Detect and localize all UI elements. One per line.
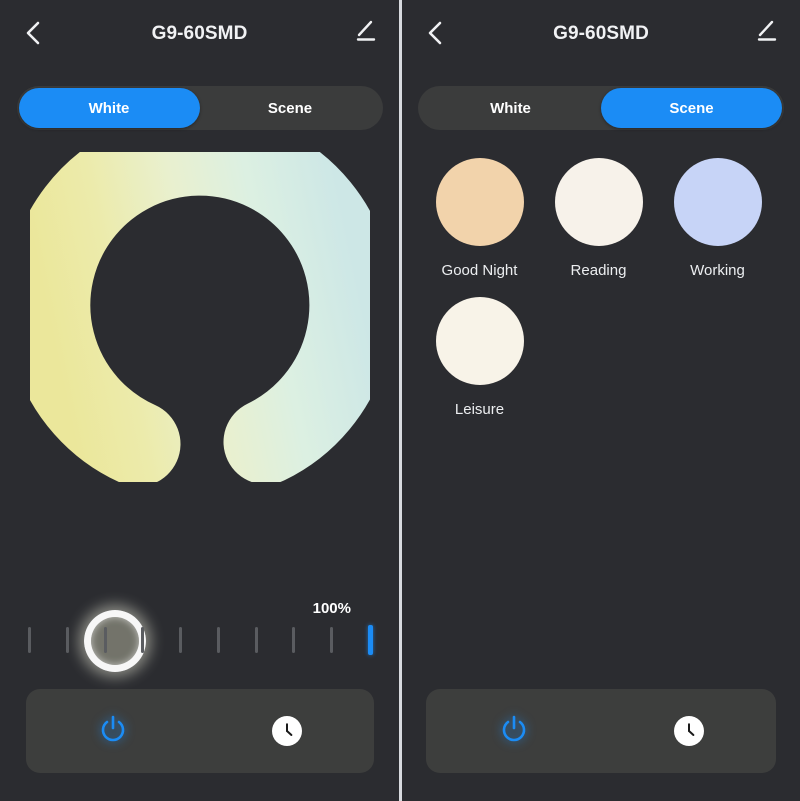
- brightness-tick[interactable]: [179, 627, 183, 653]
- pencil-edit-icon: [353, 18, 379, 49]
- power-icon: [498, 713, 530, 750]
- scene-label: Working: [690, 262, 745, 279]
- power-button[interactable]: [426, 689, 601, 773]
- tab-white[interactable]: White: [18, 88, 200, 128]
- brightness-tick[interactable]: [216, 627, 220, 653]
- scene-item-good-night[interactable]: Good Night: [420, 158, 539, 279]
- color-temperature-arc[interactable]: [30, 152, 370, 482]
- scene-item-working[interactable]: Working: [658, 158, 777, 279]
- timer-button[interactable]: [200, 689, 374, 773]
- scene-label: Good Night: [441, 262, 518, 279]
- dual-screenshot-container: G9-60SMD White Scene 100% G9-60SMD White…: [0, 0, 800, 801]
- right-screen-scene-mode: G9-60SMD White Scene Good Night Reading …: [402, 0, 800, 801]
- brightness-tick[interactable]: [292, 627, 296, 653]
- tab-white[interactable]: White: [420, 88, 601, 128]
- timer-clock-icon: [272, 716, 302, 746]
- scene-color-swatch[interactable]: [554, 158, 643, 246]
- brightness-tick-active[interactable]: [367, 625, 373, 655]
- brightness-value-label: 100%: [312, 600, 351, 617]
- brightness-tick[interactable]: [65, 627, 69, 653]
- scene-item-leisure[interactable]: Leisure: [420, 297, 539, 418]
- left-bottom-action-bar: [26, 689, 374, 773]
- scene-label: Reading: [570, 262, 627, 279]
- tab-scene[interactable]: Scene: [200, 88, 381, 128]
- back-button[interactable]: [418, 16, 452, 50]
- brightness-ticks[interactable]: [28, 624, 373, 656]
- power-button[interactable]: [26, 689, 200, 773]
- scene-color-swatch[interactable]: [435, 297, 524, 385]
- edit-button[interactable]: [750, 16, 784, 50]
- brightness-tick[interactable]: [254, 627, 258, 653]
- scene-color-swatch[interactable]: [435, 158, 524, 246]
- scene-item-reading[interactable]: Reading: [539, 158, 658, 279]
- back-button[interactable]: [16, 16, 50, 50]
- chevron-left-icon: [425, 19, 445, 47]
- scene-grid: Good Night Reading Working Leisure: [402, 158, 800, 436]
- tab-scene[interactable]: Scene: [601, 88, 782, 128]
- left-header: G9-60SMD: [0, 0, 399, 66]
- mode-segmented-control[interactable]: White Scene: [418, 86, 784, 130]
- page-title: G9-60SMD: [553, 23, 649, 44]
- brightness-tick[interactable]: [28, 627, 31, 653]
- timer-clock-icon: [673, 716, 704, 746]
- edit-button[interactable]: [349, 16, 383, 50]
- brightness-slider[interactable]: 100%: [28, 600, 373, 662]
- color-temperature-ring[interactable]: [0, 152, 399, 672]
- brightness-tick[interactable]: [330, 627, 334, 653]
- pencil-edit-icon: [754, 18, 780, 49]
- brightness-tick[interactable]: [141, 627, 145, 653]
- left-screen-white-mode: G9-60SMD White Scene 100%: [0, 0, 399, 801]
- brightness-tick[interactable]: [103, 627, 107, 653]
- right-bottom-action-bar: [426, 689, 776, 773]
- right-header: G9-60SMD: [402, 0, 800, 66]
- timer-button[interactable]: [601, 689, 776, 773]
- scene-color-swatch[interactable]: [673, 158, 762, 246]
- page-title: G9-60SMD: [151, 23, 248, 44]
- chevron-left-icon: [23, 19, 43, 47]
- mode-segmented-control[interactable]: White Scene: [16, 86, 383, 130]
- power-icon: [97, 713, 129, 750]
- scene-label: Leisure: [454, 401, 505, 418]
